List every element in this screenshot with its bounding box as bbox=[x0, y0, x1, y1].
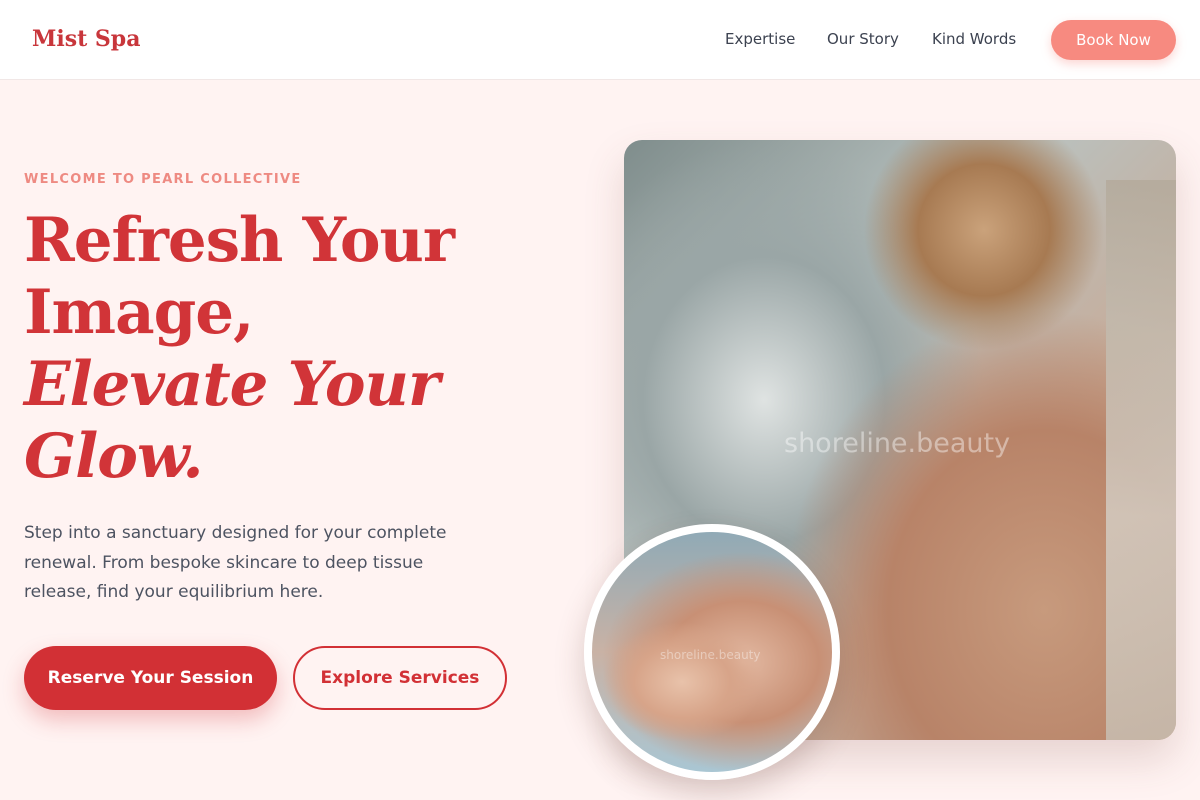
headline-line-1: Refresh Your bbox=[24, 205, 455, 276]
headline-line-3: Elevate Your bbox=[24, 349, 440, 420]
reserve-session-button[interactable]: Reserve Your Session bbox=[24, 646, 277, 710]
nav-link-our-story[interactable]: Our Story bbox=[827, 30, 899, 48]
massage-inset-photo: shoreline.beauty bbox=[584, 524, 840, 780]
hero-eyebrow: WELCOME TO PEARL COLLECTIVE bbox=[24, 172, 302, 187]
nav-link-expertise[interactable]: Expertise bbox=[725, 30, 795, 48]
nav-link-kind-words[interactable]: Kind Words bbox=[932, 30, 1016, 48]
hero-photo-watermark: shoreline.beauty bbox=[784, 428, 1011, 459]
hero-description: Step into a sanctuary designed for your … bbox=[24, 523, 447, 602]
explore-services-button[interactable]: Explore Services bbox=[293, 646, 507, 710]
hero-headline: Refresh Your Image, Elevate Your Glow. bbox=[24, 205, 584, 493]
site-logo[interactable]: Mist Spa bbox=[32, 26, 140, 52]
top-navigation: Mist Spa Expertise Our Story Kind Words … bbox=[0, 0, 1200, 80]
headline-line-2: Image, bbox=[24, 277, 254, 348]
book-now-button[interactable]: Book Now bbox=[1051, 20, 1176, 60]
headline-line-4: Glow. bbox=[24, 421, 204, 492]
inset-photo-watermark: shoreline.beauty bbox=[660, 648, 761, 662]
pool-edge-shape bbox=[1106, 180, 1176, 740]
